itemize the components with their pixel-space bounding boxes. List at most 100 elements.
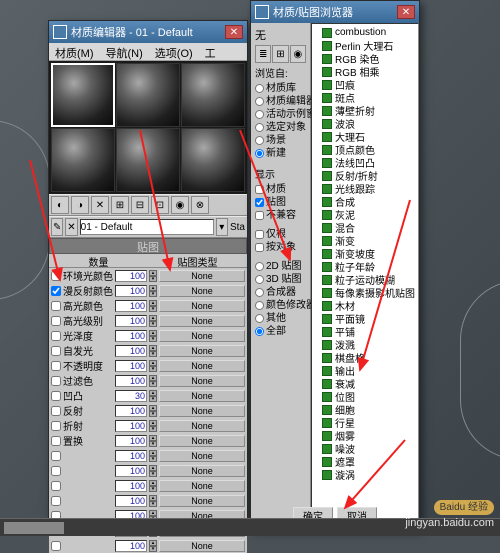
browse-option[interactable]: 选定对象	[255, 121, 306, 134]
map-amount-spinner[interactable]: 100	[115, 435, 147, 447]
tool-icon[interactable]: ⊟	[131, 196, 149, 214]
tool-icon[interactable]: ⊡	[151, 196, 169, 214]
tool-icon[interactable]: ◑	[71, 196, 89, 214]
map-type-item[interactable]: 衰减	[314, 377, 416, 390]
map-slot-button[interactable]: None	[159, 270, 245, 282]
spinner-arrows[interactable]: ▴▾	[149, 465, 157, 477]
map-type-item[interactable]: 木材	[314, 299, 416, 312]
map-amount-spinner[interactable]: 100	[115, 330, 147, 342]
spinner-arrows[interactable]: ▴▾	[149, 405, 157, 417]
browse-option[interactable]: 材质	[255, 183, 306, 196]
map-enable-checkbox[interactable]	[51, 451, 61, 461]
menu-tools[interactable]: 工	[199, 43, 222, 60]
spinner-arrows[interactable]: ▴▾	[149, 390, 157, 402]
material-sample[interactable]	[51, 128, 115, 192]
option-input[interactable]	[255, 211, 264, 220]
menu-options[interactable]: 选项(O)	[149, 43, 199, 60]
browse-option[interactable]: 材质编辑器	[255, 95, 306, 108]
tool-icon[interactable]: ▾	[216, 218, 228, 236]
option-input[interactable]	[255, 84, 264, 93]
spinner-arrows[interactable]: ▴▾	[149, 330, 157, 342]
map-amount-spinner[interactable]: 100	[115, 420, 147, 432]
tool-icon[interactable]: ⊗	[191, 196, 209, 214]
map-slot-button[interactable]: None	[159, 480, 245, 492]
option-input[interactable]	[255, 301, 264, 310]
view-icon[interactable]: ≣	[255, 45, 271, 63]
map-type-item[interactable]: 漩涡	[314, 468, 416, 481]
map-enable-checkbox[interactable]	[51, 301, 61, 311]
map-amount-spinner[interactable]: 100	[115, 480, 147, 492]
browse-option[interactable]: 3D 贴图	[255, 273, 306, 286]
map-enable-checkbox[interactable]	[51, 466, 61, 476]
map-type-item[interactable]: 平面镜	[314, 312, 416, 325]
option-input[interactable]	[255, 230, 264, 239]
view-icon[interactable]: ◉	[290, 45, 306, 63]
map-slot-button[interactable]: None	[159, 420, 245, 432]
map-amount-spinner[interactable]: 100	[115, 540, 147, 552]
map-type-item[interactable]: 灰泥	[314, 208, 416, 221]
browse-option[interactable]: 颜色修改器	[255, 299, 306, 312]
option-input[interactable]	[255, 243, 264, 252]
titlebar[interactable]: 材质编辑器 - 01 - Default ✕	[49, 21, 247, 43]
spinner-arrows[interactable]: ▴▾	[149, 375, 157, 387]
map-slot-button[interactable]: None	[159, 540, 245, 552]
map-slot-button[interactable]: None	[159, 390, 245, 402]
option-input[interactable]	[255, 198, 264, 207]
browse-option[interactable]: 仅根	[255, 228, 306, 241]
map-amount-spinner[interactable]: 100	[115, 495, 147, 507]
material-sample[interactable]	[181, 63, 245, 127]
spinner-arrows[interactable]: ▴▾	[149, 270, 157, 282]
map-amount-spinner[interactable]: 30	[115, 390, 147, 402]
map-enable-checkbox[interactable]	[51, 391, 61, 401]
spinner-arrows[interactable]: ▴▾	[149, 540, 157, 552]
spinner-arrows[interactable]: ▴▾	[149, 450, 157, 462]
eyedropper-icon[interactable]: ✎	[51, 218, 63, 236]
material-sample[interactable]	[116, 128, 180, 192]
material-sample[interactable]	[116, 63, 180, 127]
view-icon[interactable]: ⊞	[272, 45, 288, 63]
close-icon[interactable]: ✕	[225, 25, 243, 39]
time-slider[interactable]	[4, 522, 64, 534]
map-type-item[interactable]: 棋盘格	[314, 351, 416, 364]
browse-option[interactable]: 全部	[255, 325, 306, 338]
map-type-item[interactable]: 合成	[314, 195, 416, 208]
map-enable-checkbox[interactable]	[51, 406, 61, 416]
map-slot-button[interactable]: None	[159, 330, 245, 342]
map-type-item[interactable]: 混合	[314, 221, 416, 234]
map-type-item[interactable]: 平铺	[314, 325, 416, 338]
map-enable-checkbox[interactable]	[51, 331, 61, 341]
tool-icon[interactable]: ✕	[65, 218, 77, 236]
browse-option[interactable]: 贴图	[255, 196, 306, 209]
map-type-item[interactable]: 薄壁折射	[314, 104, 416, 117]
map-amount-spinner[interactable]: 100	[115, 405, 147, 417]
spinner-arrows[interactable]: ▴▾	[149, 285, 157, 297]
map-slot-button[interactable]: None	[159, 495, 245, 507]
menu-navigate[interactable]: 导航(N)	[100, 43, 149, 60]
map-enable-checkbox[interactable]	[51, 541, 61, 551]
map-enable-checkbox[interactable]	[51, 421, 61, 431]
map-enable-checkbox[interactable]	[51, 286, 61, 296]
browse-option[interactable]: 2D 贴图	[255, 260, 306, 273]
map-enable-checkbox[interactable]	[51, 496, 61, 506]
menu-material[interactable]: 材质(M)	[49, 43, 100, 60]
map-tree[interactable]: combustionPerlin 大理石RGB 染色RGB 相乘凹痕斑点薄壁折射…	[311, 23, 419, 529]
option-input[interactable]	[255, 110, 264, 119]
map-enable-checkbox[interactable]	[51, 316, 61, 326]
browse-option[interactable]: 场景	[255, 134, 306, 147]
map-type-item[interactable]: 波浪	[314, 117, 416, 130]
spinner-arrows[interactable]: ▴▾	[149, 480, 157, 492]
tool-icon[interactable]: ◐	[51, 196, 69, 214]
option-input[interactable]	[255, 149, 264, 158]
spinner-arrows[interactable]: ▴▾	[149, 315, 157, 327]
spinner-arrows[interactable]: ▴▾	[149, 360, 157, 372]
map-type-item[interactable]: 烟雾	[314, 429, 416, 442]
map-type-item[interactable]: 遮罩	[314, 455, 416, 468]
map-slot-button[interactable]: None	[159, 450, 245, 462]
map-slot-button[interactable]: None	[159, 300, 245, 312]
tool-icon[interactable]: ⊞	[111, 196, 129, 214]
tool-icon[interactable]: ◉	[171, 196, 189, 214]
map-enable-checkbox[interactable]	[51, 271, 61, 281]
titlebar[interactable]: 材质/贴图浏览器 ✕	[251, 1, 419, 23]
option-input[interactable]	[255, 97, 264, 106]
option-input[interactable]	[255, 262, 264, 271]
